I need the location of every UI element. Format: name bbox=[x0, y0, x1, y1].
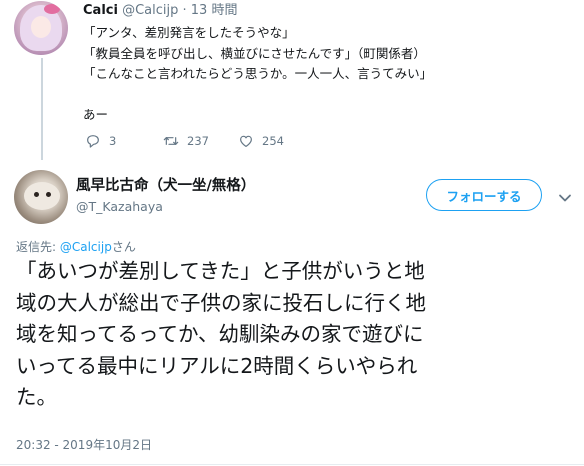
retweet-count: 237 bbox=[187, 134, 209, 148]
avatar[interactable] bbox=[14, 1, 68, 55]
divider bbox=[0, 464, 584, 465]
reply-context: 返信先: @Calcijpさん bbox=[16, 239, 136, 255]
tweet-text-line: 「アンタ、差別発言をしたそうやな」 bbox=[83, 25, 295, 40]
tweet-text-line: いってる最中にリアルに2時間くらいやられ bbox=[16, 353, 418, 378]
tweet-text: 「アンタ、差別発言をしたそうやな」 「教員全員を呼び出し、横並びにさせたんです」… bbox=[83, 23, 432, 126]
tweet-text-line: 域の大人が総出で子供の家に投石しに行く地 bbox=[16, 290, 426, 315]
tweet-text-line: 「あいつが差別してきた」と子供がいうと地 bbox=[16, 259, 425, 283]
tweet-time[interactable]: 13 時間 bbox=[191, 3, 238, 18]
avatar-fluff bbox=[24, 182, 60, 210]
tweet-text: 「あいつが差別してきた」と子供がいうと地 域の大人が総出で子供の家に投石しに行く… bbox=[16, 256, 576, 414]
tweet-text-line: 「教員全員を呼び出し、横並びにさせたんです」（町関係者） bbox=[83, 45, 426, 61]
user-handle[interactable]: @T_Kazahaya bbox=[76, 198, 163, 215]
reply-mention-link[interactable]: @Calcijp bbox=[60, 240, 112, 254]
reply-suffix: さん bbox=[111, 240, 136, 254]
like-button[interactable]: 254 bbox=[238, 132, 284, 150]
chevron-down-icon[interactable] bbox=[558, 188, 572, 202]
tweet-text-line: あー bbox=[83, 107, 109, 122]
retweet-button[interactable]: 237 bbox=[163, 132, 209, 150]
like-count: 254 bbox=[262, 134, 284, 148]
avatar-eye bbox=[34, 192, 39, 197]
thread-connector-line bbox=[41, 58, 43, 160]
tweet-timestamp[interactable]: 20:32 - 2019年10月2日 bbox=[16, 437, 152, 453]
user-handle[interactable]: @Calcijp bbox=[122, 3, 178, 18]
tweet-text-line: 「こんなこと言われたらどう思うか。一人一人、言うてみい」 bbox=[83, 66, 433, 81]
display-name[interactable]: Calci bbox=[83, 3, 118, 18]
tweet-text-line: た。 bbox=[16, 385, 57, 409]
reply-count: 3 bbox=[109, 134, 117, 148]
display-name[interactable]: 風早比古命（犬一坐/無格） bbox=[76, 176, 255, 196]
tweet-header: Calci @Calcijp · 13 時間 bbox=[83, 3, 237, 19]
tweet-text-line: 域を知ってるってか、幼馴染みの家で遊びに bbox=[16, 322, 424, 346]
avatar-face bbox=[31, 16, 51, 38]
reply-icon bbox=[85, 133, 101, 149]
parent-tweet[interactable]: Calci @Calcijp · 13 時間 「アンタ、差別発言をしたそうやな」… bbox=[0, 0, 584, 160]
reply-button[interactable]: 3 bbox=[85, 132, 116, 150]
avatar-eye bbox=[46, 192, 51, 197]
retweet-icon bbox=[163, 133, 179, 149]
avatar-bow bbox=[44, 4, 60, 14]
follow-button[interactable]: フォローする bbox=[426, 179, 542, 211]
reply-prefix: 返信先: bbox=[16, 240, 60, 254]
avatar[interactable] bbox=[14, 170, 68, 224]
separator: · bbox=[182, 3, 187, 18]
heart-icon bbox=[238, 133, 254, 149]
